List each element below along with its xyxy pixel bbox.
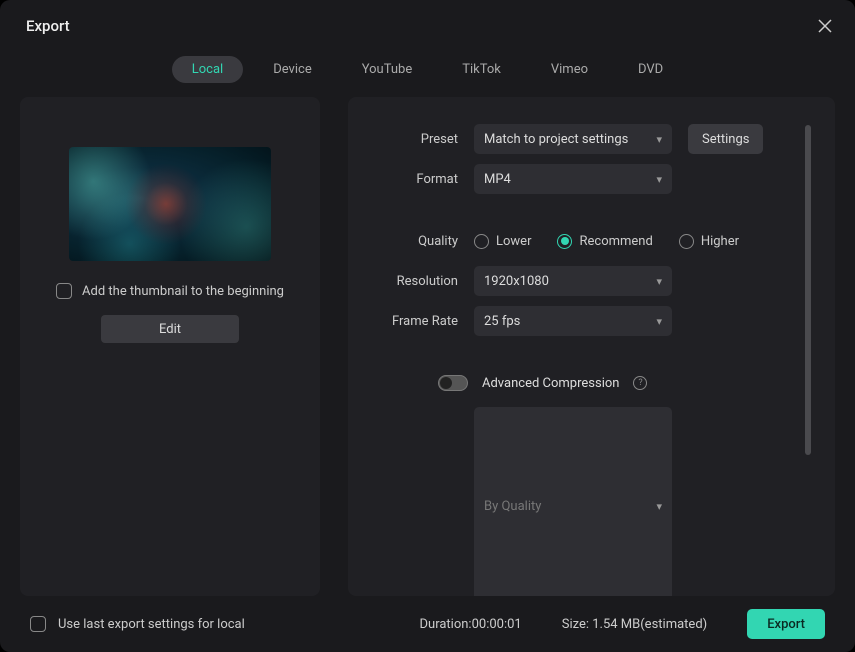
thumbnail-checkbox-row: Add the thumbnail to the beginning [56, 283, 284, 299]
quality-recommend-label: Recommend [579, 234, 652, 249]
resolution-select[interactable]: 1920x1080 ▾ [474, 266, 672, 296]
edit-thumbnail-button[interactable]: Edit [101, 315, 239, 343]
quality-lower-label: Lower [496, 234, 531, 249]
preset-value: Match to project settings [484, 132, 628, 147]
adv-compression-mode-value: By Quality [484, 499, 541, 514]
use-last-settings-row: Use last export settings for local [30, 616, 408, 632]
modal-header: Export [0, 0, 855, 46]
quality-higher-label: Higher [701, 234, 739, 249]
preset-row: Preset Match to project settings ▾ Setti… [362, 119, 797, 159]
resolution-label: Resolution [362, 274, 458, 289]
chevron-down-icon: ▾ [656, 500, 662, 513]
export-modal: Export Local Device YouTube TikTok Vimeo… [0, 0, 855, 652]
modal-title: Export [26, 17, 70, 35]
adv-compression-toggle[interactable] [438, 375, 468, 391]
tab-dvd[interactable]: DVD [618, 56, 683, 83]
framerate-label: Frame Rate [362, 314, 458, 329]
resolution-value: 1920x1080 [484, 274, 549, 289]
framerate-row: Frame Rate 25 fps ▾ [362, 301, 797, 341]
tab-device[interactable]: Device [253, 56, 332, 83]
adv-compression-mode-select[interactable]: By Quality ▾ [474, 407, 672, 596]
use-last-settings-checkbox[interactable] [30, 616, 46, 632]
duration-text: Duration:00:00:01 [420, 617, 522, 632]
size-text: Size: 1.54 MB(estimated) [562, 617, 707, 632]
close-button[interactable] [815, 16, 835, 36]
video-thumbnail [69, 147, 271, 261]
format-label: Format [362, 172, 458, 187]
quality-radio-group: Lower Recommend Higher [474, 234, 739, 249]
modal-body: Add the thumbnail to the beginning Edit … [0, 97, 855, 596]
close-icon [818, 19, 832, 33]
format-value: MP4 [484, 172, 511, 187]
thumbnail-panel: Add the thumbnail to the beginning Edit [20, 97, 320, 596]
quality-lower[interactable]: Lower [474, 234, 531, 249]
chevron-down-icon: ▾ [656, 173, 662, 186]
tab-youtube[interactable]: YouTube [342, 56, 433, 83]
adv-compression-label: Advanced Compression [482, 376, 619, 391]
radio-icon [474, 234, 489, 249]
use-last-settings-label: Use last export settings for local [58, 617, 245, 632]
export-tabs: Local Device YouTube TikTok Vimeo DVD [0, 46, 855, 97]
chevron-down-icon: ▾ [656, 133, 662, 146]
format-select[interactable]: MP4 ▾ [474, 164, 672, 194]
format-row: Format MP4 ▾ [362, 159, 797, 199]
radio-icon [679, 234, 694, 249]
quality-recommend[interactable]: Recommend [557, 234, 652, 249]
export-button-label: Export [767, 617, 805, 632]
settings-button[interactable]: Settings [688, 124, 763, 154]
add-thumbnail-checkbox[interactable] [56, 283, 72, 299]
resolution-row: Resolution 1920x1080 ▾ [362, 261, 797, 301]
quality-higher[interactable]: Higher [679, 234, 739, 249]
add-thumbnail-label: Add the thumbnail to the beginning [82, 284, 284, 299]
adv-compression-row: Advanced Compression ? [362, 363, 797, 403]
tab-vimeo[interactable]: Vimeo [531, 56, 608, 83]
quality-label: Quality [362, 234, 458, 249]
quality-row: Quality Lower Recommend Higher [362, 221, 797, 261]
settings-button-label: Settings [702, 132, 749, 147]
settings-scrollbar[interactable] [805, 125, 811, 455]
preset-label: Preset [362, 132, 458, 147]
info-icon[interactable]: ? [633, 376, 647, 390]
tab-tiktok[interactable]: TikTok [442, 56, 521, 83]
modal-footer: Use last export settings for local Durat… [0, 596, 855, 652]
framerate-select[interactable]: 25 fps ▾ [474, 306, 672, 336]
settings-panel: Preset Match to project settings ▾ Setti… [348, 97, 835, 596]
edit-button-label: Edit [159, 322, 181, 337]
framerate-value: 25 fps [484, 314, 520, 329]
radio-icon [557, 234, 572, 249]
chevron-down-icon: ▾ [656, 275, 662, 288]
preset-select[interactable]: Match to project settings ▾ [474, 124, 672, 154]
chevron-down-icon: ▾ [656, 315, 662, 328]
settings-column: Preset Match to project settings ▾ Setti… [362, 119, 797, 586]
tab-local[interactable]: Local [172, 56, 243, 83]
export-button[interactable]: Export [747, 609, 825, 639]
